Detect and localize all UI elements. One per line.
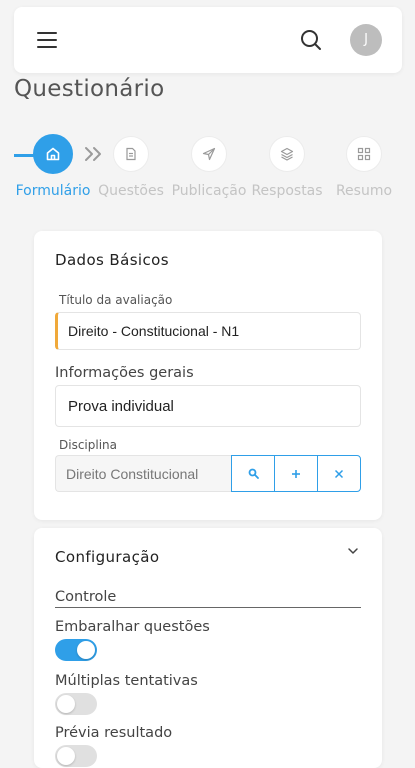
configuration-card: Configuração Controle Embaralhar questõe…	[34, 528, 382, 768]
step-label-resumo[interactable]: Resumo	[336, 183, 392, 199]
discipline-label: Disciplina	[59, 438, 118, 452]
configuration-title: Configuração	[55, 548, 160, 566]
step-label-publicacao[interactable]: Publicação	[172, 183, 247, 199]
discipline-input[interactable]	[55, 455, 231, 492]
multiple-attempts-toggle[interactable]	[55, 693, 97, 715]
discipline-actions	[231, 455, 361, 492]
step-publicacao-button[interactable]	[191, 136, 227, 172]
page-title: Questionário	[14, 76, 165, 102]
preview-result-toggle[interactable]	[55, 745, 97, 767]
control-section-heading: Controle	[55, 589, 361, 608]
general-info-input[interactable]	[55, 385, 361, 427]
general-info-label: Informações gerais	[55, 365, 194, 381]
send-icon	[202, 147, 216, 161]
step-label-formulario[interactable]: Formulário	[16, 183, 91, 199]
preview-result-label: Prévia resultado	[55, 725, 173, 741]
document-icon	[126, 147, 136, 161]
grid-icon	[357, 147, 371, 161]
eval-title-input[interactable]	[55, 312, 361, 350]
multiple-attempts-label: Múltiplas tentativas	[55, 673, 198, 689]
layers-icon	[280, 147, 294, 161]
basic-data-card: Dados Básicos Título da avaliação Inform…	[34, 231, 382, 520]
discipline-search-button[interactable]	[232, 456, 274, 491]
avatar[interactable]: J	[350, 24, 382, 56]
search-icon	[248, 468, 259, 479]
plus-icon	[292, 469, 300, 478]
step-resumo-button[interactable]	[346, 136, 382, 172]
discipline-clear-button[interactable]	[317, 456, 360, 491]
step-navigation: Formulário Questões Publicação Respostas…	[0, 134, 415, 204]
step-label-questoes[interactable]: Questões	[98, 183, 164, 199]
step-questoes-button[interactable]	[113, 136, 149, 172]
top-app-bar: J	[14, 7, 402, 73]
basic-data-title: Dados Básicos	[55, 251, 169, 269]
eval-title-label: Título da avaliação	[59, 293, 173, 307]
step-respostas-button[interactable]	[269, 136, 305, 172]
hamburger-menu-icon[interactable]	[37, 32, 57, 48]
discipline-add-button[interactable]	[274, 456, 317, 491]
home-icon	[46, 147, 60, 161]
step-formulario-button[interactable]	[33, 134, 73, 174]
shuffle-questions-toggle[interactable]	[55, 639, 97, 661]
chevron-down-icon[interactable]	[346, 544, 360, 558]
step-label-respostas[interactable]: Respostas	[251, 183, 322, 199]
close-icon	[334, 469, 344, 478]
search-icon[interactable]	[299, 28, 323, 52]
shuffle-questions-label: Embaralhar questões	[55, 619, 210, 635]
double-chevron-right-icon	[85, 147, 101, 161]
